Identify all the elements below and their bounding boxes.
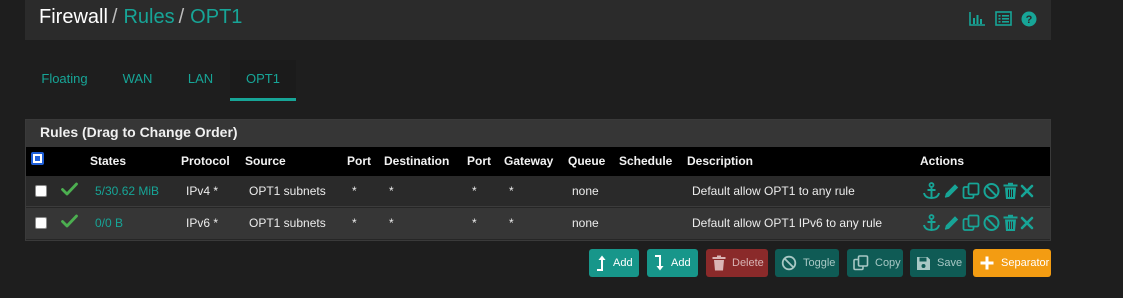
interface-tabs: Floating WAN LAN OPT1 bbox=[25, 60, 296, 101]
header-destination[interactable]: Destination bbox=[384, 154, 449, 168]
row-description: Default allow OPT1 IPv6 to any rule bbox=[692, 216, 883, 230]
header-protocol[interactable]: Protocol bbox=[181, 154, 230, 168]
row-queue: none bbox=[572, 184, 599, 198]
add-top-button[interactable]: Add bbox=[589, 249, 639, 277]
header-queue[interactable]: Queue bbox=[568, 154, 605, 168]
help-icon[interactable]: ? bbox=[1021, 11, 1037, 27]
panel-title: Rules (Drag to Change Order) bbox=[26, 120, 1050, 147]
copy-icon[interactable] bbox=[962, 214, 981, 237]
row-actions bbox=[922, 214, 1034, 237]
anchor-icon[interactable] bbox=[922, 214, 941, 237]
row-states[interactable]: 5/30.62 MiB bbox=[95, 184, 159, 198]
arrow-up-icon bbox=[595, 254, 607, 272]
row-queue: none bbox=[572, 216, 599, 230]
breadcrumb: Firewall / Rules / OPT1 bbox=[39, 6, 242, 29]
delete-button[interactable]: Delete bbox=[706, 249, 768, 277]
disable-icon[interactable] bbox=[982, 214, 1001, 237]
ban-icon bbox=[781, 255, 797, 271]
row-source: OPT1 subnets bbox=[249, 216, 326, 230]
breadcrumb-separator: / bbox=[111, 6, 118, 28]
row-protocol: IPv4 * bbox=[186, 184, 219, 198]
toggle-button[interactable]: Toggle bbox=[775, 249, 839, 277]
breadcrumb-opt1[interactable]: OPT1 bbox=[190, 6, 242, 28]
row-destination: * bbox=[389, 216, 394, 230]
header-states[interactable]: States bbox=[90, 154, 126, 168]
header-port[interactable]: Port bbox=[347, 154, 371, 168]
row-checkbox[interactable] bbox=[35, 185, 47, 197]
trash-icon[interactable] bbox=[1002, 214, 1019, 237]
anchor-icon[interactable] bbox=[922, 182, 941, 205]
arrow-down-icon bbox=[653, 254, 665, 272]
delete-x-icon[interactable] bbox=[1020, 214, 1034, 237]
row-protocol: IPv6 * bbox=[186, 216, 219, 230]
toggle-label: Toggle bbox=[803, 257, 836, 269]
tab-wan[interactable]: WAN bbox=[104, 60, 171, 101]
header-gateway[interactable]: Gateway bbox=[504, 154, 553, 168]
header-actions: Actions bbox=[920, 154, 965, 168]
tab-opt1[interactable]: OPT1 bbox=[230, 60, 296, 101]
row-destination: * bbox=[389, 184, 394, 198]
header-schedule[interactable]: Schedule bbox=[619, 154, 672, 168]
edit-icon[interactable] bbox=[942, 182, 961, 205]
delete-label: Delete bbox=[732, 257, 764, 269]
trash-icon[interactable] bbox=[1002, 182, 1019, 205]
add-bottom-label: Add bbox=[671, 257, 691, 269]
plus-icon bbox=[979, 255, 995, 271]
add-top-label: Add bbox=[613, 257, 633, 269]
row-port: * bbox=[352, 216, 357, 230]
check-icon bbox=[61, 214, 78, 233]
row-checkbox[interactable] bbox=[35, 217, 47, 229]
save-button[interactable]: Save bbox=[910, 249, 966, 277]
page-header: Firewall / Rules / OPT1 ? bbox=[25, 0, 1051, 40]
save-icon bbox=[916, 256, 931, 271]
add-separator-button[interactable]: Separator bbox=[973, 249, 1051, 277]
separator-label: Separator bbox=[1001, 257, 1050, 269]
row-gateway: * bbox=[509, 216, 514, 230]
list-icon[interactable] bbox=[995, 11, 1012, 27]
header-source[interactable]: Source bbox=[245, 154, 286, 168]
row-actions bbox=[922, 182, 1034, 205]
tab-floating[interactable]: Floating bbox=[25, 60, 104, 101]
disable-icon[interactable] bbox=[982, 182, 1001, 205]
row-dest-port: * bbox=[472, 184, 477, 198]
header-dest-port[interactable]: Port bbox=[467, 154, 491, 168]
copy-button[interactable]: Copy bbox=[847, 249, 903, 277]
save-label: Save bbox=[937, 257, 963, 269]
header-description[interactable]: Description bbox=[687, 154, 753, 168]
select-all-checkbox[interactable] bbox=[31, 152, 44, 165]
breadcrumb-separator: / bbox=[178, 6, 185, 28]
edit-icon[interactable] bbox=[942, 214, 961, 237]
rules-panel: Rules (Drag to Change Order) States Prot… bbox=[25, 119, 1051, 241]
chart-icon[interactable] bbox=[969, 11, 986, 27]
trash-icon bbox=[712, 255, 726, 271]
add-bottom-button[interactable]: Add bbox=[647, 249, 698, 277]
copy-icon[interactable] bbox=[962, 182, 981, 205]
delete-x-icon[interactable] bbox=[1020, 182, 1034, 205]
svg-text:?: ? bbox=[1026, 14, 1033, 26]
row-description: Default allow OPT1 to any rule bbox=[692, 184, 855, 198]
row-states[interactable]: 0/0 B bbox=[95, 216, 123, 230]
row-source: OPT1 subnets bbox=[249, 184, 326, 198]
breadcrumb-rules[interactable]: Rules bbox=[123, 6, 174, 28]
tab-lan[interactable]: LAN bbox=[171, 60, 230, 101]
row-gateway: * bbox=[509, 184, 514, 198]
check-icon bbox=[61, 182, 78, 201]
row-port: * bbox=[352, 184, 357, 198]
table-header: States Protocol Source Port Destination … bbox=[26, 147, 1050, 176]
copy-icon bbox=[853, 255, 869, 271]
table-row[interactable]: 0/0 B IPv6 * OPT1 subnets * * * * none D… bbox=[26, 208, 1050, 239]
row-dest-port: * bbox=[472, 216, 477, 230]
table-row[interactable]: 5/30.62 MiB IPv4 * OPT1 subnets * * * * … bbox=[26, 176, 1050, 207]
copy-label: Copy bbox=[875, 257, 901, 269]
breadcrumb-firewall: Firewall bbox=[39, 6, 108, 28]
